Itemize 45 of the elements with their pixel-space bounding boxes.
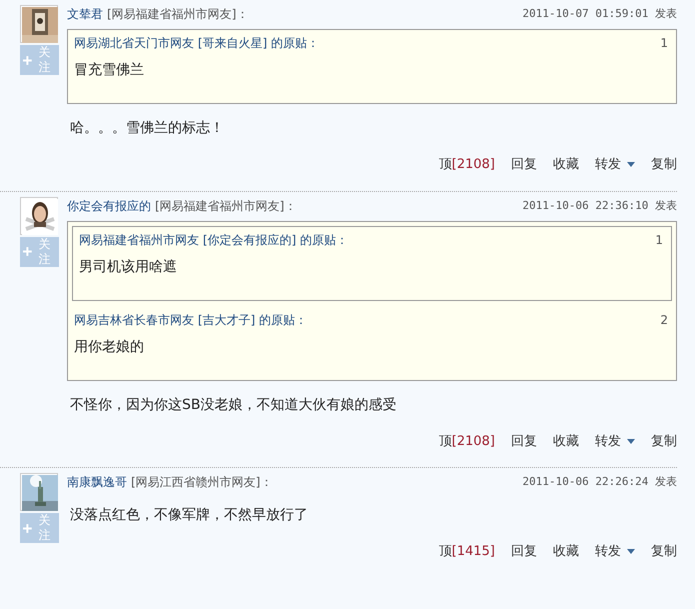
reply-link[interactable]: 回复 xyxy=(511,432,537,451)
quote-text: 男司机该用啥遮 xyxy=(79,258,178,276)
post-text: 没落点红色，不像军牌，不然早放行了 xyxy=(70,506,309,525)
quote-number: 2 xyxy=(660,312,668,328)
reply-link[interactable]: 回复 xyxy=(511,542,537,562)
upvote-count: [2108] xyxy=(452,432,495,450)
upvote-count: [1415] xyxy=(452,543,495,561)
username-link[interactable]: 文辇君 xyxy=(67,7,103,21)
user-location: [网易江西省赣州市网友]： xyxy=(131,475,272,489)
username-link[interactable]: 南康飘逸哥 xyxy=(67,475,127,489)
user-location: [网易福建省福州市网友]： xyxy=(155,198,296,212)
upvote-link[interactable]: 顶[2108] xyxy=(438,432,495,451)
user-location: [网易福建省福州市网友]： xyxy=(107,7,248,21)
plus-icon xyxy=(23,247,32,256)
quote-number: 1 xyxy=(655,232,663,248)
post-text: 哈。。。雪佛兰的标志！ xyxy=(70,119,225,138)
plus-icon xyxy=(23,524,32,532)
caret-icon xyxy=(627,438,635,444)
quote-header: 网易吉林省长春市网友 [吉大才子] 的原贴： xyxy=(74,312,307,328)
copy-link[interactable]: 复制 xyxy=(651,542,677,562)
forward-dropdown[interactable]: 转发 xyxy=(595,542,635,562)
favorite-link[interactable]: 收藏 xyxy=(553,155,579,174)
favorite-link[interactable]: 收藏 xyxy=(553,432,579,451)
quote-number: 1 xyxy=(660,35,668,52)
username-link[interactable]: 你定会有报应的 xyxy=(67,198,151,212)
quote-header: 网易福建省福州市网友 [你定会有报应的] 的原贴： xyxy=(79,232,348,248)
post-text: 不怪你，因为你这SB没老娘，不知道大伙有娘的感受 xyxy=(70,396,398,414)
favorite-link[interactable]: 收藏 xyxy=(553,542,579,562)
forward-dropdown[interactable]: 转发 xyxy=(595,432,635,451)
post-time: 2011-10-06 22:36:10 发表 xyxy=(522,198,677,214)
copy-link[interactable]: 复制 xyxy=(651,432,677,451)
upvote-link[interactable]: 顶[1415] xyxy=(438,542,495,562)
post-time: 2011-10-07 01:59:01 发表 xyxy=(522,6,677,22)
caret-icon xyxy=(627,162,635,168)
post-time: 2011-10-06 22:26:24 发表 xyxy=(522,474,677,490)
upvote-count: [2108] xyxy=(452,156,495,174)
reply-link[interactable]: 回复 xyxy=(511,155,537,174)
forward-dropdown[interactable]: 转发 xyxy=(595,155,635,174)
caret-icon xyxy=(627,549,635,554)
upvote-link[interactable]: 顶[2108] xyxy=(438,155,495,174)
quote-text: 用你老娘的 xyxy=(74,338,145,356)
copy-link[interactable]: 复制 xyxy=(651,155,677,174)
plus-icon xyxy=(23,56,32,64)
quote-text: 冒充雪佛兰 xyxy=(74,61,145,80)
quote-header: 网易湖北省天门市网友 [哥来自火星] 的原贴： xyxy=(74,35,319,52)
